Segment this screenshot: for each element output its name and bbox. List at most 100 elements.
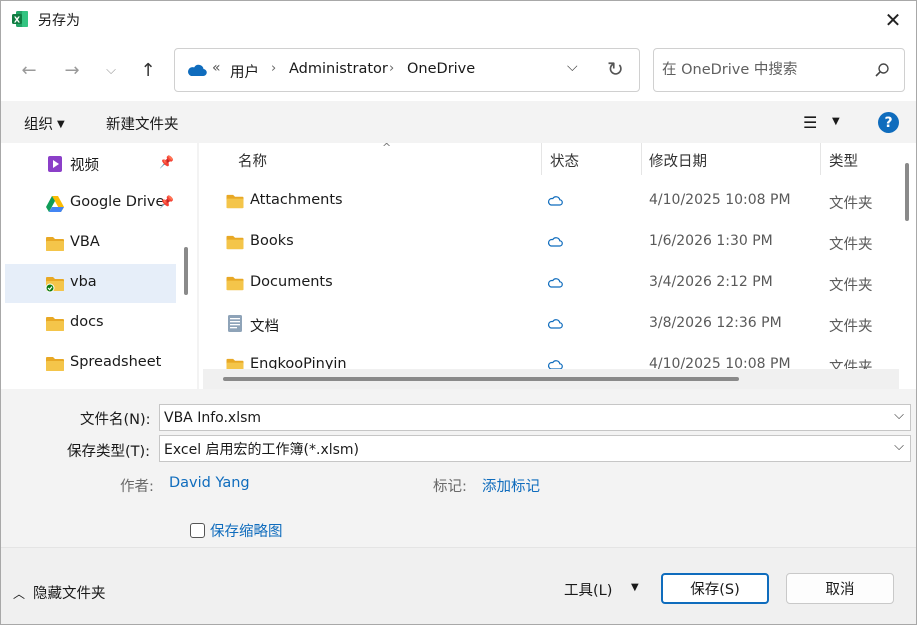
column-separator[interactable] [641, 143, 642, 175]
search-input[interactable] [662, 59, 862, 81]
breadcrumb-onedrive[interactable]: OneDrive [407, 61, 475, 77]
file-name: 文档 [250, 319, 279, 335]
folder-icon [226, 276, 244, 291]
save-as-dialog: X 另存为 ✕ ← → ⌵ ↑ « 用户 › Administrator › O… [0, 0, 917, 625]
save-options-form: 文件名(N): ⌵ 保存类型(T): Excel 启用宏的工作簿(*.xlsm)… [1, 391, 916, 547]
nav-item-label: 视频 [70, 158, 99, 174]
cloud-icon [547, 196, 563, 206]
column-header-status[interactable]: 状态 [550, 143, 579, 175]
folder-icon [46, 237, 64, 251]
command-bar: 组织 ▼ 新建文件夹 ☰ ▼ ? [1, 101, 916, 143]
search-box[interactable] [653, 48, 905, 92]
close-icon: ✕ [884, 8, 902, 32]
svg-text:X: X [14, 15, 21, 24]
nav-item-videos[interactable]: 视频 📌 [5, 144, 176, 183]
view-list-icon[interactable]: ☰ [803, 113, 817, 132]
file-modified-date: 1/6/2026 1:30 PM [649, 233, 773, 249]
forward-button[interactable]: → [59, 57, 85, 83]
new-folder-button[interactable]: 新建文件夹 [106, 113, 179, 134]
column-header-name[interactable]: 名称 [238, 143, 267, 175]
nav-item-docs[interactable]: docs [5, 304, 176, 343]
filename-label: 文件名(N): [80, 412, 151, 428]
close-button[interactable]: ✕ [878, 5, 908, 35]
savetype-select[interactable]: Excel 启用宏的工作簿(*.xlsm) ⌵ [159, 435, 911, 462]
sort-ascending-icon: ^ [382, 143, 392, 154]
column-separator[interactable] [541, 143, 542, 175]
refresh-icon[interactable]: ↻ [607, 57, 624, 81]
synced-folder-icon [45, 277, 64, 293]
filename-input[interactable] [164, 408, 864, 428]
caret-down-icon[interactable]: ▼ [631, 582, 639, 593]
chevron-down-icon[interactable]: ⌵ [894, 408, 904, 423]
dialog-footer: ︿ 隐藏文件夹 工具(L) ▼ 保存(S) 取消 [1, 547, 916, 624]
search-icon [875, 63, 889, 77]
file-modified-date: 3/4/2026 2:12 PM [649, 274, 773, 290]
column-separator[interactable] [820, 143, 821, 175]
file-row[interactable]: 文档 3/8/2026 12:36 PM 文件夹 [199, 304, 899, 345]
nav-item-google-drive[interactable]: Google Drive 📌 [5, 184, 176, 223]
author-value[interactable]: David Yang [169, 475, 250, 491]
excel-app-icon: X [12, 11, 28, 27]
view-options-caret-icon[interactable]: ▼ [832, 116, 840, 127]
nav-pane-scrollbar[interactable] [184, 247, 188, 295]
navigation-bar: ← → ⌵ ↑ « 用户 › Administrator › OneDrive … [1, 39, 916, 101]
tags-label: 标记: [433, 479, 467, 495]
document-folder-icon [228, 315, 242, 332]
filename-combobox[interactable]: ⌵ [159, 404, 911, 431]
file-row[interactable]: Attachments 4/10/2025 10:08 PM 文件夹 [199, 181, 899, 222]
up-button[interactable]: ↑ [135, 57, 161, 83]
nav-item-vba-selected[interactable]: vba [5, 264, 176, 303]
breadcrumb-separator-icon: › [271, 61, 277, 76]
file-modified-date: 3/8/2026 12:36 PM [649, 315, 782, 331]
arrow-up-icon: ↑ [140, 59, 156, 81]
file-type: 文件夹 [829, 278, 873, 294]
breadcrumb-users[interactable]: 用户 [230, 61, 259, 82]
recent-locations-button[interactable]: ⌵ [98, 57, 124, 83]
pin-icon: 📌 [159, 155, 174, 169]
file-row[interactable]: Documents 3/4/2026 2:12 PM 文件夹 [199, 263, 899, 304]
nav-item-label: vba [70, 274, 97, 290]
help-icon[interactable]: ? [878, 112, 899, 133]
folder-icon [46, 357, 64, 371]
organize-button[interactable]: 组织 ▼ [24, 113, 65, 134]
save-thumbnail-label[interactable]: 保存缩略图 [210, 520, 283, 541]
save-button[interactable]: 保存(S) [661, 573, 769, 604]
breadcrumb-administrator[interactable]: Administrator [289, 61, 388, 77]
arrow-right-icon: → [64, 59, 80, 81]
add-tags-link[interactable]: 添加标记 [482, 475, 540, 496]
hide-folders-label: 隐藏文件夹 [33, 586, 106, 602]
nav-item-label: docs [70, 314, 104, 330]
file-row[interactable]: Books 1/6/2026 1:30 PM 文件夹 [199, 222, 899, 263]
dialog-title: 另存为 [38, 13, 80, 29]
file-list: ^ 名称 状态 修改日期 类型 Attachments 4/10/2025 10… [199, 143, 916, 389]
chevron-down-icon: ⌵ [106, 62, 116, 78]
column-header-modified[interactable]: 修改日期 [649, 143, 707, 175]
horizontal-scroll-thumb[interactable] [223, 377, 739, 381]
arrow-left-icon: ← [21, 59, 37, 81]
cloud-icon [547, 278, 563, 288]
column-header-type[interactable]: 类型 [829, 143, 858, 175]
breadcrumb-overflow-icon[interactable]: « [212, 60, 221, 76]
file-name: Attachments [250, 192, 343, 208]
hide-folders-button[interactable]: ︿ 隐藏文件夹 [13, 582, 106, 603]
folder-icon [226, 235, 244, 250]
back-button[interactable]: ← [16, 57, 42, 83]
file-name: Books [250, 233, 294, 249]
tools-button[interactable]: 工具(L) [564, 579, 612, 600]
pin-icon: 📌 [159, 195, 174, 209]
file-list-horizontal-scrollbar[interactable] [203, 369, 899, 389]
chevron-up-icon: ︿ [13, 587, 26, 601]
google-drive-icon [46, 196, 64, 212]
address-bar[interactable]: « 用户 › Administrator › OneDrive ⌵ ↻ [174, 48, 640, 92]
nav-item-label: Google Drive [70, 194, 165, 210]
nav-item-spreadsheet[interactable]: Spreadsheet [5, 344, 176, 383]
save-thumbnail-checkbox[interactable] [190, 523, 205, 538]
nav-item-vba-upper[interactable]: VBA [5, 224, 176, 263]
chevron-down-icon[interactable]: ⌵ [894, 439, 904, 454]
nav-item-label: Spreadsheet [70, 354, 162, 370]
navigation-pane: 视频 📌 Google Drive 📌 VBA vba docs Spreads… [1, 143, 197, 389]
file-list-vertical-scrollbar[interactable] [905, 163, 909, 221]
cancel-button[interactable]: 取消 [786, 573, 894, 604]
title-bar: X 另存为 ✕ [1, 1, 916, 39]
address-dropdown-icon[interactable]: ⌵ [567, 59, 578, 75]
